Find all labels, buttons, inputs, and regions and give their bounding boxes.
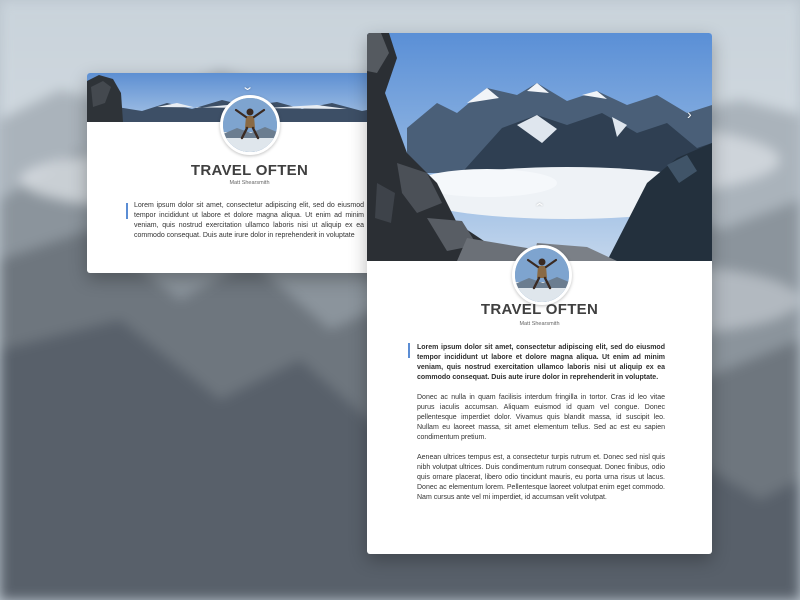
card-excerpt: Lorem ipsum dolor sit amet, consectetur … bbox=[134, 202, 364, 239]
expanded-story-card: › ⌃ TRAVEL OFTEN Matt Shearsmith Lorem i… bbox=[367, 33, 712, 554]
article-body: Lorem ipsum dolor sit amet, consectetur … bbox=[417, 343, 665, 513]
author-name: Matt Shearsmith bbox=[229, 180, 270, 186]
article-paragraph: Donec ac nulla in quam facilisis interdu… bbox=[417, 394, 665, 441]
author-name: Matt Shearsmith bbox=[519, 321, 560, 327]
quote-accent-bar bbox=[126, 203, 128, 219]
article-paragraph: Lorem ipsum dolor sit amet, consectetur … bbox=[417, 344, 665, 381]
article-paragraph: Aenean ultrices tempus est, a consectetu… bbox=[417, 454, 665, 501]
chevron-down-icon[interactable]: ⌄ bbox=[241, 82, 254, 93]
avatar bbox=[512, 245, 572, 305]
avatar bbox=[220, 95, 280, 155]
chevron-right-icon[interactable]: › bbox=[687, 107, 692, 121]
collapsed-story-card[interactable]: ⌄ TRAVEL OFTEN Matt Shearsmith Lorem ips… bbox=[87, 73, 412, 273]
chevron-up-icon[interactable]: ⌃ bbox=[533, 203, 546, 214]
quote-accent-bar bbox=[408, 343, 410, 358]
card-hero-image bbox=[367, 33, 712, 261]
card-title: TRAVEL OFTEN bbox=[190, 162, 309, 179]
card-title: TRAVEL OFTEN bbox=[480, 301, 599, 318]
